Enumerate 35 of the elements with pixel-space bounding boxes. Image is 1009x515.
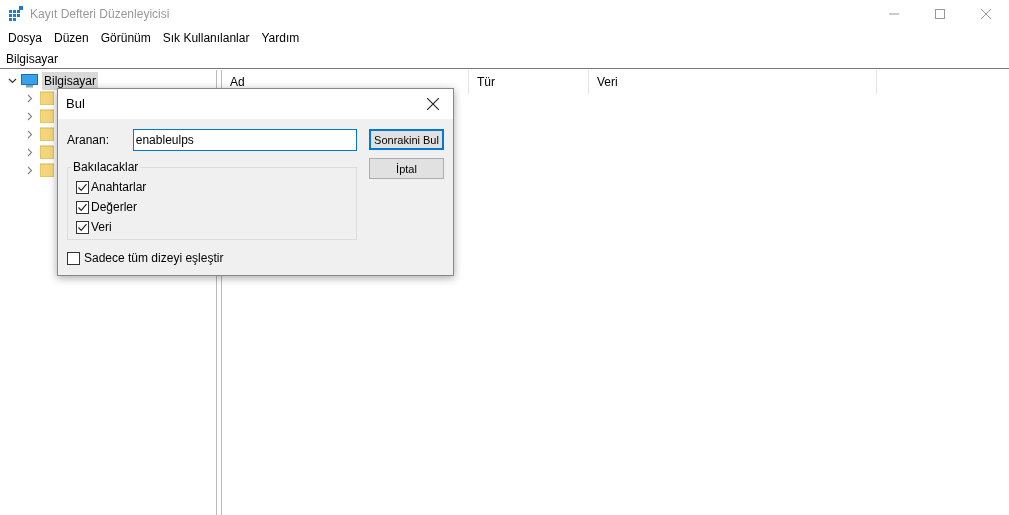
close-icon [427,98,439,110]
maximize-icon [935,9,945,19]
checkbox[interactable] [67,251,80,265]
chevron-right-icon[interactable] [25,165,34,175]
column-header[interactable]: Tür [469,70,589,94]
checkbox[interactable] [76,180,89,194]
column-header[interactable]: Veri [589,70,877,94]
search-label: Aranan: [67,132,111,149]
checkbox-label: Anahtarlar [91,179,147,196]
checkbox-label: Veri [91,219,112,236]
address-bar[interactable]: Bilgisayar [0,49,1009,69]
find-next-button[interactable]: Sonrakini Bul [369,129,444,150]
close-icon [981,9,991,19]
dialog-title: Bul [66,95,85,114]
chevron-down-icon[interactable] [8,76,17,85]
search-field[interactable]: enableulps [132,129,357,151]
computer-icon [21,73,38,88]
menu-item[interactable]: Yardım [255,29,306,47]
checkbox-label: Sadece tüm dizeyi eşleştir [84,250,224,267]
window-title: Kayıt Defteri Düzenleyicisi [30,6,170,23]
tree-item[interactable]: Bilgisayar [42,71,99,90]
menu-item[interactable]: Dosya [2,29,48,47]
registry-icon [8,6,24,22]
chevron-right-icon[interactable] [25,129,34,139]
checkbox[interactable] [76,220,89,234]
chevron-right-icon[interactable] [25,93,34,103]
checkbox-label: Değerler [91,199,138,216]
cancel-button[interactable]: İptal [369,158,444,179]
chevron-right-icon[interactable] [25,147,34,157]
chevron-right-icon[interactable] [25,111,34,121]
checkbox[interactable] [76,200,89,214]
group-title: Bakılacaklar [71,160,141,174]
menu-item[interactable]: Görünüm [94,29,157,47]
menu-item[interactable]: Düzen [48,29,95,47]
menu-item[interactable]: Sık Kullanılanlar [156,29,256,47]
